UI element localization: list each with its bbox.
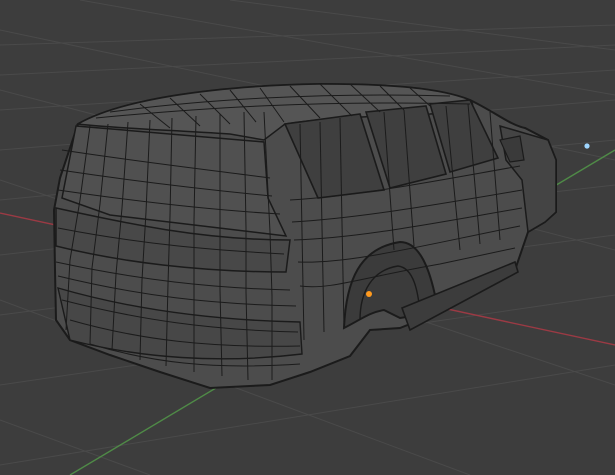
car-body-mesh[interactable] [52, 82, 557, 390]
3d-viewport[interactable] [0, 0, 615, 475]
light-object-icon[interactable] [584, 143, 590, 149]
selected-vertex-marker[interactable] [366, 291, 372, 297]
